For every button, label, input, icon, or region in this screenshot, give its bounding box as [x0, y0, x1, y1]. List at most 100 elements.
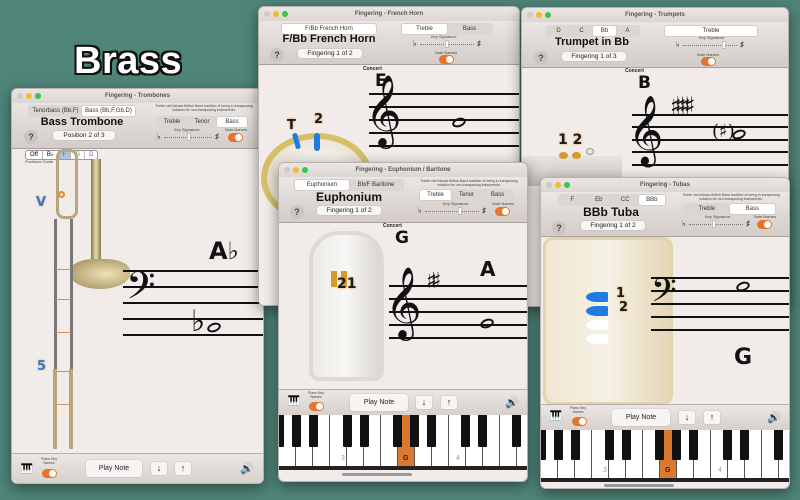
key-signature-slider[interactable]: ♭ ♯ — [676, 40, 744, 49]
variant-euphonium[interactable]: Euphonium — [295, 180, 349, 190]
key-signature-slider[interactable]: ♭ ♯ — [682, 219, 750, 228]
octave-up-button[interactable]: ↑ — [704, 411, 720, 424]
key-signature-slider[interactable]: ♭ ♯ — [413, 39, 481, 48]
maximize-button[interactable] — [282, 11, 288, 17]
variant-bass[interactable]: Bass (Bb,F,Gb,D) — [82, 106, 135, 116]
minimize-button[interactable] — [536, 12, 542, 18]
note-names-toggle[interactable] — [757, 220, 772, 229]
piano-black-key[interactable] — [554, 430, 563, 461]
piano-black-key[interactable] — [774, 430, 783, 461]
piano-keyboard-toggle-icon[interactable]: 🎹 — [549, 411, 563, 423]
close-button[interactable] — [546, 182, 552, 188]
octave-down-button[interactable]: ↓ — [679, 411, 695, 424]
maximize-button[interactable] — [35, 93, 41, 99]
maximize-button[interactable] — [545, 12, 551, 18]
piano-black-key[interactable] — [655, 430, 664, 461]
piano-keyboard-toggle-icon[interactable]: 🎹 — [20, 464, 34, 476]
positions-off[interactable]: Off — [26, 151, 43, 159]
fingering-label[interactable]: Fingering 1 of 2 — [298, 49, 362, 58]
clef-bass[interactable]: Bass — [482, 190, 513, 200]
variant-bb[interactable]: Bb — [593, 26, 616, 36]
octave-down-button[interactable]: ↓ — [151, 462, 167, 475]
octave-up-button[interactable]: ↑ — [441, 396, 457, 409]
piano-black-key[interactable] — [672, 430, 681, 461]
minimize-button[interactable] — [555, 182, 561, 188]
clef-treble[interactable]: Treble — [402, 24, 447, 34]
clef-treble[interactable]: Treble — [684, 204, 730, 214]
clef-treble[interactable]: Treble — [157, 117, 187, 127]
variant-baritone[interactable]: Bb/F Baritone — [349, 180, 403, 190]
clef-bass[interactable]: Bass — [217, 117, 247, 127]
slider-thumb[interactable] — [722, 41, 726, 49]
piano-black-key[interactable] — [279, 415, 284, 447]
clef-tenor[interactable]: Tenor — [451, 190, 482, 200]
piano-black-key[interactable] — [393, 415, 402, 447]
minimize-button[interactable] — [273, 11, 279, 17]
piano-black-key[interactable] — [478, 415, 487, 447]
variant-d[interactable]: D — [547, 26, 570, 36]
fingering-label[interactable]: Fingering 1 of 2 — [581, 221, 645, 230]
key-signature-slider[interactable]: ♭ ♯ — [157, 132, 219, 141]
clef-tenor[interactable]: Tenor — [187, 117, 217, 127]
close-button[interactable] — [264, 11, 270, 17]
fingering-label[interactable]: Fingering 1 of 2 — [317, 206, 381, 215]
minimize-button[interactable] — [26, 93, 32, 99]
clef-treble[interactable]: Treble — [420, 190, 451, 200]
slider-thumb[interactable] — [458, 207, 462, 215]
play-note-button[interactable]: Play Note — [612, 409, 670, 426]
maximize-button[interactable] — [564, 182, 570, 188]
close-button[interactable] — [17, 93, 23, 99]
maximize-button[interactable] — [302, 167, 308, 173]
piano-black-key[interactable] — [427, 415, 436, 447]
key-signature-slider[interactable]: ♭ ♯ — [418, 206, 486, 215]
piano-key-names-toggle[interactable] — [42, 469, 57, 478]
fingering-label[interactable]: Fingering 1 of 3 — [562, 52, 626, 61]
piano-key-names-toggle[interactable] — [572, 417, 587, 426]
slider-thumb[interactable] — [187, 133, 191, 141]
piano-black-key[interactable] — [622, 430, 631, 461]
clef-bass[interactable]: Bass — [447, 24, 492, 34]
keyboard-scrollbar[interactable] — [604, 484, 674, 487]
note-names-toggle[interactable] — [495, 207, 510, 216]
piano-black-key[interactable] — [512, 415, 521, 447]
piano-black-key[interactable] — [410, 415, 419, 447]
piano-black-key[interactable] — [343, 415, 352, 447]
octave-down-button[interactable]: ↓ — [416, 396, 432, 409]
note-names-toggle[interactable] — [439, 55, 454, 64]
piano-black-key[interactable] — [689, 430, 698, 461]
note-names-toggle[interactable] — [701, 57, 716, 66]
play-note-button[interactable]: Play Note — [350, 394, 408, 411]
variant-tenorbass[interactable]: Tenorbass (Bb,F) — [29, 106, 82, 116]
piano-black-key[interactable] — [360, 415, 369, 447]
piano-black-key[interactable] — [541, 430, 546, 461]
slider-thumb[interactable] — [445, 40, 449, 48]
speaker-icon[interactable]: 🔊 — [505, 396, 519, 409]
close-button[interactable] — [527, 12, 533, 18]
help-button[interactable]: ? — [24, 130, 38, 144]
piano-black-key[interactable] — [571, 430, 580, 461]
piano-keyboard-toggle-icon[interactable]: 🎹 — [287, 396, 301, 408]
help-button[interactable]: ? — [290, 205, 304, 219]
note-names-toggle[interactable] — [228, 133, 243, 142]
variant-f[interactable]: F — [559, 195, 586, 205]
variant-eb[interactable]: Eb — [586, 195, 613, 205]
keyboard-scrollbar[interactable] — [342, 473, 412, 476]
variant-bbb[interactable]: BBb — [638, 195, 665, 205]
speaker-icon[interactable]: 🔊 — [240, 462, 254, 475]
clef-bass[interactable]: Bass — [729, 204, 775, 214]
play-note-button[interactable]: Play Note — [86, 460, 142, 477]
piano-black-key[interactable] — [740, 430, 749, 461]
piano-black-key[interactable] — [309, 415, 318, 447]
help-button[interactable]: ? — [270, 48, 284, 62]
close-button[interactable] — [284, 167, 290, 173]
help-button[interactable]: ? — [534, 51, 548, 65]
variant-c[interactable]: C — [570, 26, 593, 36]
octave-up-button[interactable]: ↑ — [175, 462, 191, 475]
speaker-icon[interactable]: 🔊 — [767, 411, 781, 424]
piano-black-key[interactable] — [461, 415, 470, 447]
variant-a[interactable]: A — [616, 26, 639, 36]
variant-cc[interactable]: CC — [612, 195, 639, 205]
minimize-button[interactable] — [293, 167, 299, 173]
position-label[interactable]: Position 2 of 3 — [53, 131, 115, 140]
piano-key-names-toggle[interactable] — [309, 402, 324, 411]
